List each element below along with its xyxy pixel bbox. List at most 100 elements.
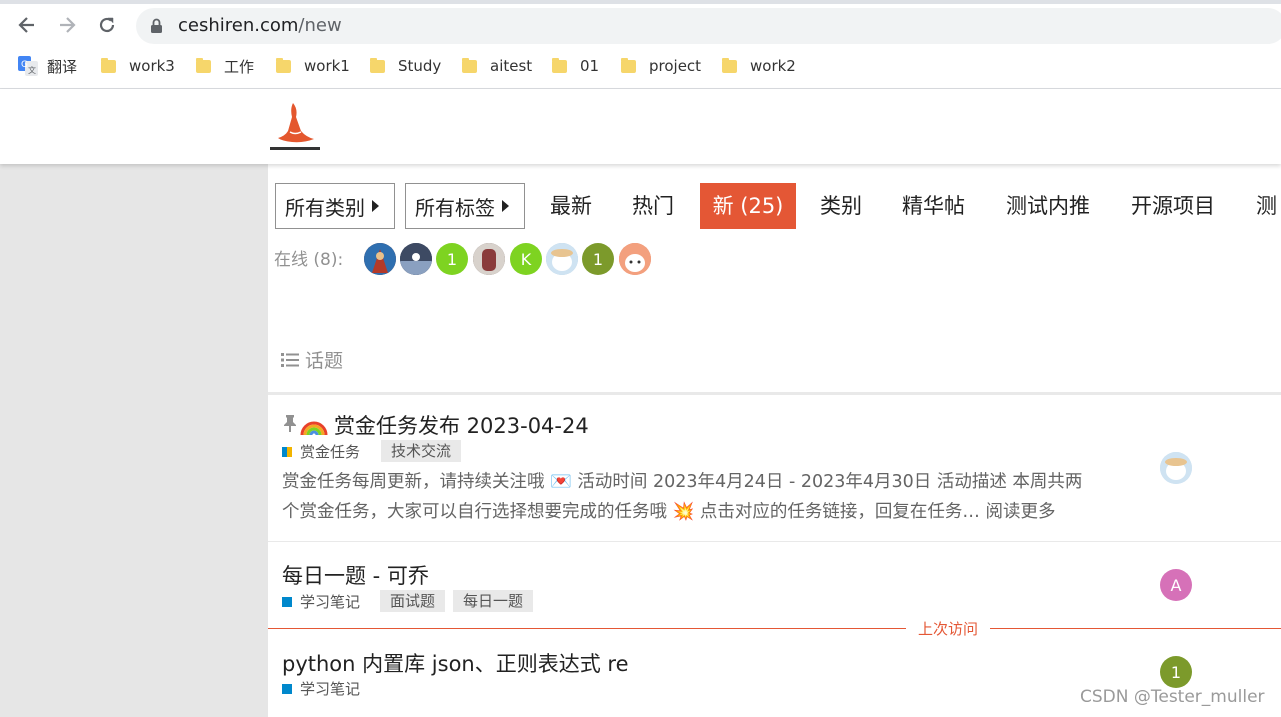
- url-text: ceshiren.com/new: [178, 15, 342, 36]
- online-avatar[interactable]: K: [510, 243, 542, 275]
- last-visit-divider: [268, 628, 1281, 629]
- folder-icon: [552, 57, 567, 73]
- svg-text:G: G: [21, 60, 28, 70]
- category-color-box: [282, 446, 292, 457]
- poster-avatar[interactable]: A: [1160, 569, 1192, 601]
- bookmarks-bar: G文 翻译 work3 工作 work1 Study aitest 01 pro…: [0, 52, 1281, 80]
- nav-new[interactable]: 新 (25): [700, 183, 796, 229]
- bookmark-01[interactable]: 01: [552, 52, 599, 80]
- topic-category[interactable]: 赏金任务: [282, 441, 360, 462]
- avatar-letter: 1: [592, 249, 604, 269]
- nav-categories[interactable]: 类别: [820, 183, 862, 229]
- url-host: ceshiren.com: [178, 15, 299, 36]
- bookmark-work2[interactable]: work2: [722, 52, 796, 80]
- online-avatar[interactable]: [619, 243, 651, 275]
- reload-button[interactable]: [92, 10, 122, 40]
- browser-chrome: ceshiren.com/new G文 翻译 work3 工作 work1 St…: [0, 0, 1281, 88]
- online-avatar[interactable]: [473, 243, 505, 275]
- nav-hot[interactable]: 热门: [632, 183, 674, 229]
- avatar-image: [473, 243, 505, 275]
- site-header: [0, 89, 1281, 164]
- category-color-box: [282, 596, 292, 607]
- topics-divider: [268, 392, 1281, 395]
- topic-category[interactable]: 学习笔记: [282, 591, 360, 612]
- site-logo[interactable]: [268, 99, 322, 155]
- reload-icon: [99, 17, 115, 33]
- excerpt-line: 赏金任务每周更新，请持续关注哦 💌 活动时间 2023年4月24日 - 2023…: [282, 472, 1083, 492]
- category-label: 学习笔记: [300, 593, 361, 611]
- avatar-letter: 1: [1170, 662, 1182, 682]
- caret-right-icon: [372, 200, 379, 212]
- nav-referrals[interactable]: 测试内推: [1006, 183, 1090, 229]
- folder-icon: [276, 57, 291, 73]
- excerpt-line: 个赏金任务，大家可以自行选择想要完成的任务哦 💥 点击对应的任务链接，回复在任务…: [282, 502, 1056, 522]
- topics-header-label: 话题: [305, 350, 344, 372]
- bookmark-aitest[interactable]: aitest: [462, 52, 532, 80]
- bookmark-label: aitest: [490, 57, 533, 75]
- topic-tag[interactable]: 技术交流: [381, 440, 462, 462]
- folder-icon: [370, 57, 385, 73]
- topic-title[interactable]: python 内置库 json、正则表达式 re: [282, 648, 629, 678]
- nav-latest[interactable]: 最新: [550, 183, 592, 229]
- csdn-watermark: CSDN @Tester_muller: [1080, 687, 1265, 707]
- list-icon: [281, 352, 299, 367]
- online-avatar[interactable]: [400, 243, 432, 275]
- folder-icon: [101, 57, 116, 73]
- topics-header: 话题: [281, 346, 343, 373]
- forward-button[interactable]: [52, 10, 82, 40]
- pin-icon: [284, 415, 296, 432]
- bookmark-label: work1: [304, 57, 350, 75]
- url-path: /new: [298, 15, 342, 36]
- bookmark-label: work3: [129, 57, 175, 75]
- nav-open-source[interactable]: 开源项目: [1131, 183, 1215, 229]
- poster-avatar[interactable]: 1: [1160, 656, 1192, 688]
- avatar-letter: K: [520, 249, 532, 269]
- svg-text:文: 文: [28, 65, 36, 75]
- online-avatar[interactable]: 1: [582, 243, 614, 275]
- avatar-image: [1160, 452, 1192, 484]
- category-label: 学习笔记: [300, 680, 361, 698]
- topic-tag[interactable]: 每日一题: [453, 590, 534, 612]
- address-bar[interactable]: ceshiren.com/new: [136, 8, 1281, 44]
- bookmark-work1[interactable]: work1: [276, 52, 350, 80]
- bookmark-work3[interactable]: work3: [101, 52, 175, 80]
- topic-tag[interactable]: 面试题: [380, 590, 446, 612]
- category-dropdown-label: 所有类别: [285, 195, 365, 220]
- avatar-letter: A: [1170, 575, 1182, 595]
- bookmark-label: Study: [398, 57, 442, 75]
- category-dropdown[interactable]: 所有类别: [275, 183, 395, 229]
- row-divider: [268, 541, 1281, 542]
- poster-avatar[interactable]: [1160, 452, 1192, 484]
- caret-right-icon: [502, 200, 509, 212]
- rainbow-icon: [300, 421, 328, 436]
- back-button[interactable]: [12, 10, 42, 40]
- online-avatar[interactable]: [546, 243, 578, 275]
- tag-dropdown[interactable]: 所有标签: [405, 183, 525, 229]
- tab-strip: [0, 0, 1281, 4]
- bookmark-project[interactable]: project: [621, 52, 701, 80]
- topic-excerpt[interactable]: 赏金任务每周更新，请持续关注哦 💌 活动时间 2023年4月24日 - 2023…: [282, 467, 1122, 527]
- bookmark-study[interactable]: Study: [370, 52, 441, 80]
- bookmark-translate[interactable]: G文 翻译: [18, 52, 77, 80]
- nav-featured[interactable]: 精华帖: [902, 183, 965, 229]
- forward-arrow-icon: [60, 17, 76, 33]
- topic-category[interactable]: 学习笔记: [282, 678, 360, 699]
- online-avatar[interactable]: [364, 243, 396, 275]
- bookmark-label: project: [649, 57, 702, 75]
- folder-icon: [462, 57, 477, 73]
- lock-icon: [151, 18, 162, 33]
- topic-title[interactable]: 赏金任务发布 2023-04-24: [334, 410, 589, 440]
- folder-icon: [621, 57, 636, 73]
- bookmark-work[interactable]: 工作: [196, 52, 254, 80]
- avatar-image: [619, 243, 651, 275]
- topic-title[interactable]: 每日一题 - 可乔: [282, 560, 429, 590]
- online-avatar[interactable]: 1: [436, 243, 468, 275]
- back-arrow-icon: [18, 17, 34, 33]
- folder-icon: [722, 57, 737, 73]
- nav-more[interactable]: 测: [1256, 183, 1281, 229]
- bookmark-label: 01: [580, 57, 600, 75]
- avatar-image: [364, 243, 396, 275]
- avatar-image: [400, 243, 432, 275]
- avatar-image: [546, 243, 578, 275]
- left-gutter: [0, 164, 268, 717]
